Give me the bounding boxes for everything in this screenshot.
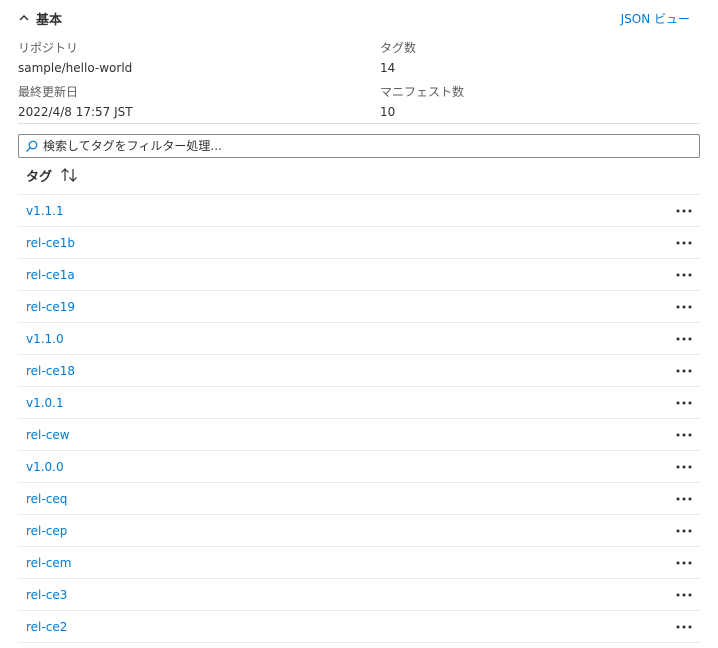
more-ellipsis-icon[interactable] [672,457,696,477]
more-ellipsis-icon[interactable] [672,393,696,413]
tag-link[interactable]: v1.0.0 [26,460,64,474]
table-row: rel-cem [18,547,700,579]
table-row: v1.1.0 [18,323,700,355]
tag-link[interactable]: rel-cew [26,428,70,442]
more-ellipsis-icon[interactable] [672,297,696,317]
last-updated-property: 最終更新日 2022/4/8 17:57 JST [18,84,133,120]
table-row: v1.1.1 [18,195,700,227]
more-ellipsis-icon[interactable] [672,521,696,541]
tag-filter-input[interactable] [43,139,699,153]
tag-link[interactable]: rel-ce2 [26,620,67,634]
more-ellipsis-icon[interactable] [672,489,696,509]
table-row: rel-ce3 [18,579,700,611]
tag-link[interactable]: v1.1.1 [26,204,64,218]
table-row: rel-cew [18,419,700,451]
manifest-count-property: マニフェスト数 10 [380,84,464,120]
repository-label: リポジトリ [18,41,79,55]
table-row: v1.0.0 [18,451,700,483]
tag-link[interactable]: rel-ce1a [26,268,75,282]
table-row: rel-ce1a [18,259,700,291]
tag-link[interactable]: rel-cem [26,556,71,570]
essentials-collapse-toggle[interactable]: 基本 [18,9,62,28]
tag-link[interactable]: rel-ce1b [26,236,75,250]
more-ellipsis-icon[interactable] [672,425,696,445]
table-row: rel-ce19 [18,291,700,323]
last-updated-value: 2022/4/8 17:57 JST [18,105,133,119]
essentials-header: 基本 JSON ビュー [18,6,700,30]
table-row: rel-ce2 [18,611,700,643]
tag-count-value: 14 [380,61,396,75]
more-ellipsis-icon[interactable] [672,585,696,605]
table-row: v1.0.1 [18,387,700,419]
tag-column-label: タグ [26,169,53,185]
table-row: rel-ce1b [18,227,700,259]
sort-arrows-icon[interactable] [60,168,78,182]
manifest-count-value: 10 [380,105,396,119]
tag-count-label: タグ数 [380,41,417,55]
chevron-up-icon[interactable] [18,12,30,24]
tag-link[interactable]: rel-cep [26,524,67,538]
table-row: rel-ce18 [18,355,700,387]
json-view-link[interactable]: JSON ビュー [621,10,690,27]
tag-column-header[interactable]: タグ [26,165,78,185]
more-ellipsis-icon[interactable] [672,329,696,349]
search-icon [25,139,39,153]
tag-link[interactable]: rel-ce19 [26,300,75,314]
tag-link[interactable]: v1.0.1 [26,396,64,410]
tag-link[interactable]: rel-ce3 [26,588,67,602]
last-updated-label: 最終更新日 [18,85,79,99]
more-ellipsis-icon[interactable] [672,233,696,253]
more-ellipsis-icon[interactable] [672,361,696,381]
more-ellipsis-icon[interactable] [672,617,696,637]
manifest-count-label: マニフェスト数 [380,85,465,99]
tag-link[interactable]: v1.1.0 [26,332,64,346]
more-ellipsis-icon[interactable] [672,553,696,573]
more-ellipsis-icon[interactable] [672,265,696,285]
table-row: rel-cep [18,515,700,547]
more-ellipsis-icon[interactable] [672,201,696,221]
tag-list: v1.1.1 rel-ce1b rel-ce1a rel-ce19 v1.1.0 rel-… [18,194,700,643]
repository-property: リポジトリ sample/hello-world [18,40,132,76]
tag-link[interactable]: rel-ceq [26,492,67,506]
tag-count-property: タグ数 14 [380,40,416,76]
section-title: 基本 [36,12,63,28]
repository-value: sample/hello-world [18,61,133,75]
tag-link[interactable]: rel-ce18 [26,364,75,378]
table-row: rel-ceq [18,483,700,515]
essentials-divider [18,123,700,124]
tag-filter-box[interactable] [18,134,700,158]
